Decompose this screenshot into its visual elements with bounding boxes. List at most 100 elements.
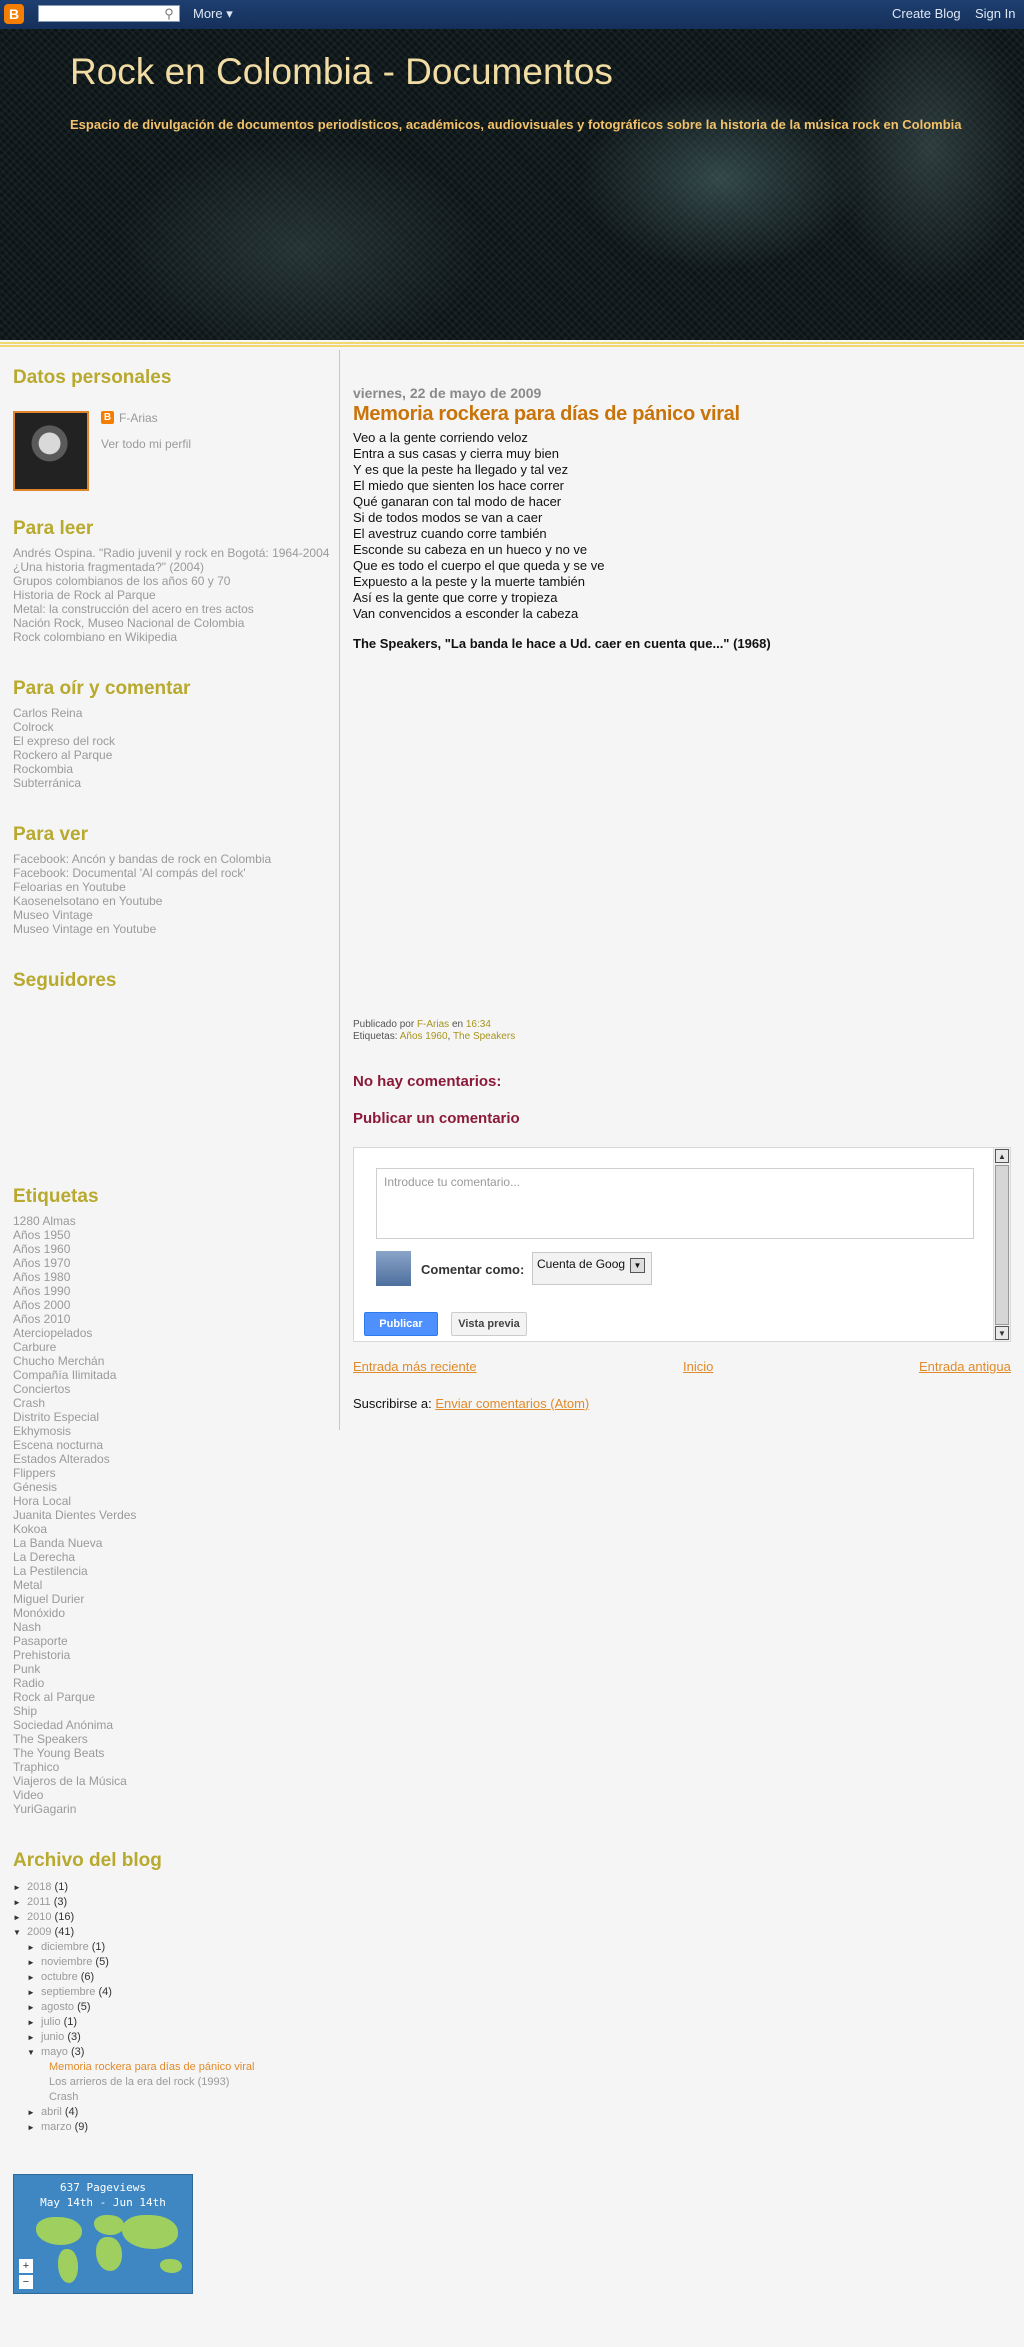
home-link[interactable]: Inicio — [683, 1359, 713, 1374]
scroll-down-icon[interactable]: ▼ — [995, 1326, 1009, 1340]
label-link[interactable]: Traphico — [13, 1760, 333, 1774]
label-link[interactable]: La Banda Nueva — [13, 1536, 333, 1550]
label-link[interactable]: Video — [13, 1788, 333, 1802]
archive-link[interactable]: septiembre — [41, 1986, 95, 1998]
listen-link[interactable]: Subterránica — [13, 776, 333, 790]
blog-search-input[interactable] — [38, 5, 180, 22]
map-zoom-out-button[interactable]: − — [19, 2275, 33, 2289]
label-link[interactable]: Crash — [13, 1396, 333, 1410]
archive-link[interactable]: 2011 — [27, 1896, 51, 1908]
preview-button[interactable]: Vista previa — [451, 1312, 527, 1336]
label-link[interactable]: La Derecha — [13, 1550, 333, 1564]
watch-link[interactable]: Facebook: Ancón y bandas de rock en Colo… — [13, 852, 333, 866]
label-link[interactable]: La Pestilencia — [13, 1564, 333, 1578]
label-link[interactable]: Metal — [13, 1578, 333, 1592]
label-link[interactable]: Hora Local — [13, 1494, 333, 1508]
label-link[interactable]: Años 1960 — [13, 1242, 333, 1256]
archive-link[interactable]: 2018 — [27, 1881, 51, 1893]
label-link[interactable]: Prehistoria — [13, 1648, 333, 1662]
label-link[interactable]: Pasaporte — [13, 1634, 333, 1648]
toggle-triangle-icon[interactable]: ► — [27, 2000, 41, 2015]
profile-avatar[interactable] — [13, 411, 89, 491]
label-link[interactable]: Ekhymosis — [13, 1424, 333, 1438]
label-link[interactable]: Juanita Dientes Verdes — [13, 1508, 333, 1522]
toggle-triangle-icon[interactable]: ► — [27, 1940, 41, 1955]
watch-link[interactable]: Feloarias en Youtube — [13, 880, 333, 894]
listen-link[interactable]: El expreso del rock — [13, 734, 333, 748]
archive-post-link[interactable]: Los arrieros de la era del rock (1993) — [49, 2076, 229, 2088]
archive-link[interactable]: 2010 — [27, 1911, 51, 1923]
toggle-triangle-icon[interactable]: ► — [27, 2030, 41, 2045]
label-link[interactable]: Años 2000 — [13, 1298, 333, 1312]
toggle-triangle-icon[interactable]: ▼ — [13, 1925, 27, 1940]
view-profile-link[interactable]: Ver todo mi perfil — [101, 437, 191, 451]
map-zoom-in-button[interactable]: + — [19, 2259, 33, 2273]
label-link[interactable]: Estados Alterados — [13, 1452, 333, 1466]
label-link[interactable]: Flippers — [13, 1466, 333, 1480]
listen-link[interactable]: Rockombia — [13, 762, 333, 776]
label-link[interactable]: Viajeros de la Música — [13, 1774, 333, 1788]
toggle-triangle-icon[interactable]: ► — [27, 1985, 41, 2000]
read-link[interactable]: Historia de Rock al Parque — [13, 588, 333, 602]
archive-link[interactable]: julio — [41, 2016, 61, 2028]
visitor-map[interactable]: 637 Pageviews May 14th - Jun 14th + − — [13, 2174, 193, 2294]
label-link[interactable]: Chucho Merchán — [13, 1354, 333, 1368]
read-link[interactable]: Grupos colombianos de los años 60 y 70 — [13, 574, 333, 588]
toggle-triangle-icon[interactable]: ► — [27, 1970, 41, 1985]
listen-link[interactable]: Carlos Reina — [13, 706, 333, 720]
toggle-triangle-icon[interactable]: ► — [13, 1895, 27, 1910]
comment-frame-scrollbar[interactable]: ▲ ▼ — [993, 1148, 1010, 1341]
comment-textarea[interactable]: Introduce tu comentario... — [376, 1168, 974, 1239]
scroll-up-icon[interactable]: ▲ — [995, 1149, 1009, 1163]
chevron-down-icon[interactable]: ▼ — [630, 1258, 645, 1273]
label-link[interactable]: Años 1990 — [13, 1284, 333, 1298]
post-label-link[interactable]: The Speakers — [453, 1031, 515, 1042]
label-link[interactable]: The Speakers — [13, 1732, 333, 1746]
read-link[interactable]: Rock colombiano en Wikipedia — [13, 630, 333, 644]
label-link[interactable]: Monóxido — [13, 1606, 333, 1620]
archive-link[interactable]: diciembre — [41, 1941, 89, 1953]
archive-link[interactable]: abril — [41, 2106, 62, 2118]
label-link[interactable]: Años 2010 — [13, 1312, 333, 1326]
toggle-triangle-icon[interactable]: ▼ — [27, 2045, 41, 2060]
label-link[interactable]: 1280 Almas — [13, 1214, 333, 1228]
read-link[interactable]: Nación Rock, Museo Nacional de Colombia — [13, 616, 333, 630]
label-link[interactable]: Punk — [13, 1662, 333, 1676]
label-link[interactable]: Sociedad Anónima — [13, 1718, 333, 1732]
scroll-thumb[interactable] — [995, 1165, 1009, 1325]
toggle-triangle-icon[interactable]: ► — [27, 1955, 41, 1970]
archive-link[interactable]: noviembre — [41, 1956, 92, 1968]
post-time-link[interactable]: 16:34 — [466, 1019, 491, 1030]
label-link[interactable]: Años 1970 — [13, 1256, 333, 1270]
label-link[interactable]: Nash — [13, 1620, 333, 1634]
archive-link[interactable]: agosto — [41, 2001, 74, 2013]
sign-in-link[interactable]: Sign In — [975, 6, 1015, 21]
label-link[interactable]: Rock al Parque — [13, 1690, 333, 1704]
label-link[interactable]: Distrito Especial — [13, 1410, 333, 1424]
listen-link[interactable]: Rockero al Parque — [13, 748, 333, 762]
toggle-triangle-icon[interactable]: ► — [27, 2015, 41, 2030]
label-link[interactable]: Conciertos — [13, 1382, 333, 1396]
read-link[interactable]: Metal: la construcción del acero en tres… — [13, 602, 333, 616]
archive-link[interactable]: 2009 — [27, 1926, 51, 1938]
archive-link[interactable]: marzo — [41, 2121, 72, 2133]
publish-button[interactable]: Publicar — [364, 1312, 438, 1336]
account-select[interactable]: Cuenta de Goog ▼ — [532, 1252, 652, 1285]
read-link[interactable]: Andrés Ospina. "Radio juvenil y rock en … — [13, 546, 333, 574]
archive-post-link[interactable]: Crash — [49, 2091, 78, 2103]
label-link[interactable]: Años 1950 — [13, 1228, 333, 1242]
label-link[interactable]: Carbure — [13, 1340, 333, 1354]
listen-link[interactable]: Colrock — [13, 720, 333, 734]
toggle-triangle-icon[interactable]: ► — [13, 1880, 27, 1895]
watch-link[interactable]: Museo Vintage — [13, 908, 333, 922]
archive-link[interactable]: octubre — [41, 1971, 78, 1983]
post-label-link[interactable]: Años 1960 — [400, 1031, 448, 1042]
create-blog-link[interactable]: Create Blog — [892, 6, 961, 21]
older-post-link[interactable]: Entrada antigua — [919, 1359, 1011, 1374]
label-link[interactable]: Miguel Durier — [13, 1592, 333, 1606]
newer-post-link[interactable]: Entrada más reciente — [353, 1359, 477, 1374]
toggle-triangle-icon[interactable]: ► — [27, 2120, 41, 2135]
archive-link[interactable]: mayo — [41, 2046, 68, 2058]
more-menu[interactable]: More ▾ — [193, 6, 233, 22]
archive-link[interactable]: junio — [41, 2031, 64, 2043]
